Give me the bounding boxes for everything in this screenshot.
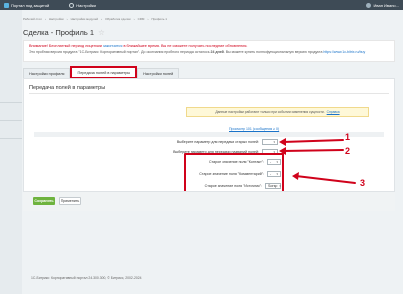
old-fields-select[interactable]: ▾ bbox=[262, 139, 278, 145]
breadcrumb: Рабочий стол › Настройки › Настройки модул… bbox=[23, 17, 167, 21]
field-label: Старое значение поля "Контакт": bbox=[208, 160, 264, 164]
comment-select[interactable]: - ▾ bbox=[267, 171, 281, 177]
top-bar: Портал под защитой Настройки Иван Ивано.… bbox=[0, 0, 403, 10]
sidebar-divider bbox=[0, 138, 22, 139]
field-row-contact: Старое значение поля "Контакт": - ▾ bbox=[209, 159, 281, 165]
panel-title: Передача полей в параметры bbox=[29, 85, 106, 91]
chevron-down-icon: ▾ bbox=[273, 140, 275, 144]
help-link[interactable]: Справка bbox=[327, 110, 340, 114]
warning-box: Данные настройки работают только при соб… bbox=[186, 107, 369, 117]
breadcrumb-item: Профиль 1 bbox=[151, 17, 167, 21]
source-select[interactable]: Sorsp ▾ bbox=[265, 183, 281, 189]
footer-text: 1С-Битрикс: Корпоративный портал 24.300.… bbox=[31, 276, 142, 280]
breadcrumb-item[interactable]: CRM bbox=[138, 17, 145, 21]
shield-icon bbox=[4, 2, 9, 8]
annotation-number-1: 1 bbox=[345, 132, 351, 142]
breadcrumb-item[interactable]: Обработка сделки bbox=[105, 17, 131, 21]
user-name: Иван Ивано... bbox=[373, 2, 399, 8]
gear-icon bbox=[69, 2, 75, 8]
tab-profile-settings[interactable]: Настройки профиля bbox=[23, 68, 71, 78]
annotation-number-2: 2 bbox=[345, 146, 351, 156]
portal-status[interactable]: Портал под защитой bbox=[4, 2, 50, 8]
annotation-number-3: 3 bbox=[360, 178, 366, 188]
user-menu[interactable]: Иван Ивано... bbox=[365, 2, 399, 8]
license-notice: Внимание! Бесплатный период лицензии зак… bbox=[23, 40, 395, 62]
portal-label: Портал под защитой bbox=[11, 2, 50, 8]
tab-bar: Настройки профиля Передача полей в парам… bbox=[23, 66, 180, 79]
page-title-text: Сделка - Профиль 1 bbox=[23, 28, 95, 37]
apply-button[interactable]: Применить bbox=[59, 197, 81, 205]
field-row-old-fields: Выберите параметр для передачи старых по… bbox=[177, 139, 278, 145]
tab-field-params[interactable]: Передача полей в параметры bbox=[70, 66, 138, 79]
star-icon[interactable]: ☆ bbox=[98, 28, 105, 37]
section-header bbox=[34, 132, 384, 137]
field-label: Старое значение поля "Комментарий": bbox=[199, 172, 264, 176]
sidebar-divider bbox=[0, 120, 22, 121]
buy-link[interactable]: https://www.1c-bitrix.ru/buy bbox=[323, 50, 365, 54]
sidebar-divider bbox=[0, 102, 22, 103]
tab-field-settings[interactable]: Настройки полей bbox=[137, 68, 180, 78]
contact-select[interactable]: - ▾ bbox=[267, 159, 281, 165]
notice-link[interactable]: закончится bbox=[103, 44, 123, 48]
page-title: Сделка - Профиль 1 ☆ bbox=[23, 28, 105, 37]
action-bar: Сохранить Применить bbox=[23, 191, 395, 211]
settings-link[interactable]: Настройки bbox=[69, 2, 96, 8]
field-row-comment: Старое значение поля "Комментарий": - ▾ bbox=[199, 171, 281, 177]
avatar bbox=[365, 2, 371, 8]
left-sidebar bbox=[0, 10, 22, 294]
warning-text: Данные настройки работают только при соб… bbox=[215, 110, 325, 114]
field-label: Выберите параметр для передачи старых по… bbox=[176, 140, 259, 144]
notice-line-2: Это пробная версия продукта "1С-Битрикс:… bbox=[29, 49, 366, 54]
settings-label: Настройки bbox=[76, 2, 96, 8]
breadcrumb-item[interactable]: Рабочий стол bbox=[23, 17, 42, 21]
breadcrumb-item[interactable]: Настройки bbox=[49, 17, 64, 21]
breadcrumb-item[interactable]: Настройки модулей bbox=[71, 17, 99, 21]
save-button[interactable]: Сохранить bbox=[33, 197, 55, 205]
chevron-down-icon: ▾ bbox=[276, 160, 278, 164]
field-label: Старое значение поля "Источник": bbox=[204, 184, 262, 188]
properties-link[interactable]: Просмотр 101 (сообщения ≥ 0) bbox=[229, 127, 279, 131]
field-row-source: Старое значение поля "Источник": Sorsp ▾ bbox=[205, 183, 281, 189]
chevron-down-icon: ▾ bbox=[279, 184, 281, 188]
chevron-down-icon: ▾ bbox=[276, 172, 278, 176]
divider bbox=[29, 93, 389, 94]
